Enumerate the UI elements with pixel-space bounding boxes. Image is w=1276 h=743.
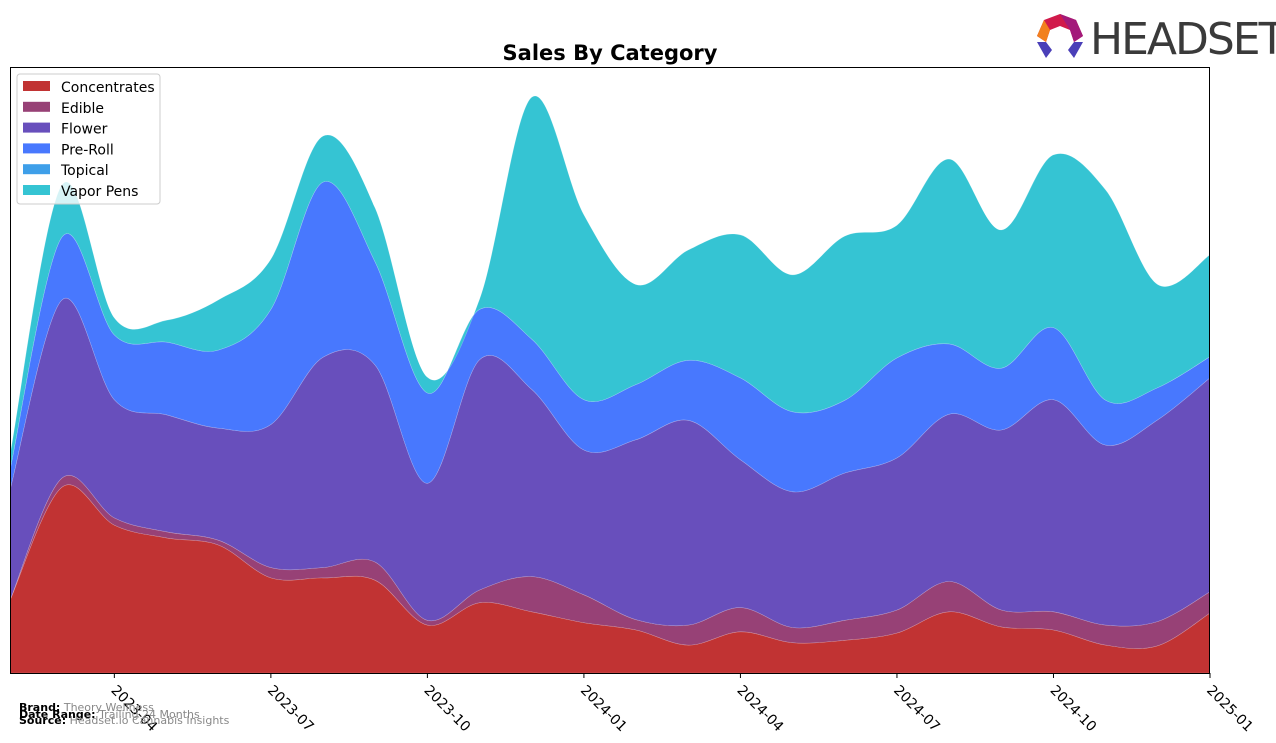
sales-by-category-chart: HEADSET Sales By Category 2023-04 2023-07… [9, 14, 1276, 735]
footer-source-label: Source: [19, 714, 67, 727]
x-tick-label: 2023-10 [421, 683, 474, 736]
legend-label: Topical [60, 163, 109, 179]
legend-swatch-vapor-pens [23, 185, 50, 195]
legend-swatch-flower [23, 122, 50, 133]
x-tick-label: 2024-04 [734, 683, 787, 736]
legend: Concentrates Edible Flower Pre-Roll Topical V… [16, 73, 161, 205]
legend-label: Flower [61, 122, 108, 138]
footer-source: Source: Headset.io Cannabis Insights [19, 715, 229, 726]
headset-logo: HEADSET [1037, 14, 1276, 65]
x-tick-label: 2024-01 [577, 683, 630, 736]
legend-label: Vapor Pens [61, 184, 138, 200]
area-layers [9, 95, 1211, 674]
legend-swatch-edible [23, 101, 50, 112]
x-axis: 2023-04 2023-07 2023-10 2024-01 2024-04 2024-… [108, 673, 1256, 735]
legend-swatch-topical [23, 164, 50, 175]
x-tick-label: 2025-01 [1203, 683, 1256, 736]
chart-title: Sales By Category [503, 41, 718, 65]
legend-label: Edible [61, 101, 104, 117]
logo-text: HEADSET [1090, 14, 1276, 65]
x-tick-label: 2024-10 [1047, 683, 1100, 736]
legend-label: Concentrates [61, 80, 155, 96]
legend-swatch-concentrates [23, 81, 50, 91]
headset-logo-icon [1037, 14, 1083, 58]
legend-swatch-pre-roll [23, 143, 50, 154]
x-tick-label: 2023-07 [264, 683, 317, 736]
legend-label: Pre-Roll [61, 142, 114, 158]
footer-source-value: Headset.io Cannabis Insights [69, 714, 230, 727]
x-tick-label: 2024-07 [890, 683, 943, 736]
